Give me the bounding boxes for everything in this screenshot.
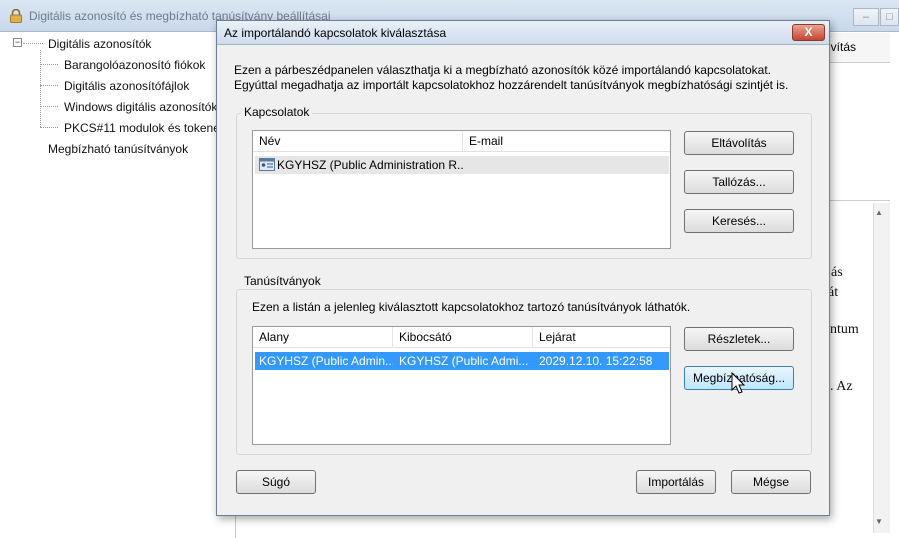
scroll-down-icon[interactable]: ▼: [875, 517, 883, 526]
contacts-list[interactable]: Név E-mail KGYHSZ (Public Administration…: [252, 130, 671, 249]
contact-email: [467, 156, 667, 174]
tree-item-pkcs11-modules[interactable]: PKCS#11 modulok és tokenek: [64, 121, 226, 135]
scroll-up-icon[interactable]: ▲: [875, 208, 883, 217]
import-contacts-dialog: Az importálandó kapcsolatok kiválasztása…: [216, 20, 830, 516]
cancel-button[interactable]: Mégse: [731, 470, 811, 494]
tree-item-digital-ids[interactable]: Digitális azonosítók: [48, 37, 151, 51]
remove-button[interactable]: Eltávolítás: [684, 131, 794, 155]
column-header-email[interactable]: E-mail: [463, 131, 670, 152]
contacts-group-label: Kapcsolatok: [241, 105, 313, 119]
contact-card-icon: [259, 158, 275, 171]
column-header-subject[interactable]: Alany: [253, 327, 393, 348]
background-toolbar-label[interactable]: lvítás: [828, 40, 856, 54]
maximize-button[interactable]: □: [880, 8, 899, 26]
background-text-fragment: ás: [831, 265, 843, 280]
contacts-list-header: Név E-mail: [253, 131, 670, 152]
column-header-expires[interactable]: Lejárat: [533, 327, 670, 348]
background-text-fragment: . Az: [830, 379, 853, 394]
certificate-subject: KGYHSZ (Public Admin...: [259, 354, 393, 368]
tree-item-roaming-id-accounts[interactable]: Barangolóazonosító fiókok: [64, 58, 205, 72]
tree-item-trusted-certificates[interactable]: Megbízható tanúsítványok: [48, 142, 188, 156]
certificates-description: Ezen a listán a jelenleg kiválasztott ka…: [252, 300, 691, 314]
settings-tree: − Digitális azonosítók Barangolóazonosít…: [0, 33, 236, 538]
column-header-name[interactable]: Név: [253, 131, 463, 152]
column-header-issuer[interactable]: Kibocsátó: [393, 327, 533, 348]
certificates-group-label: Tanúsítványok: [241, 274, 324, 288]
certificate-expires: 2029.12.10. 15:22:58: [539, 354, 653, 368]
dialog-description: Ezen a párbeszédpanelen választhatja ki …: [234, 63, 789, 92]
certificates-list-header: Alany Kibocsátó Lejárat: [253, 327, 670, 348]
tree-item-windows-digital-ids[interactable]: Windows digitális azonosítók: [64, 100, 217, 114]
contact-name: KGYHSZ (Public Administration R...: [277, 158, 463, 172]
minimize-button[interactable]: –: [853, 8, 879, 26]
background-text-fragment: ntum: [830, 322, 859, 337]
lock-icon: [10, 9, 22, 23]
dialog-title: Az importálandó kapcsolatok kiválasztása: [224, 26, 447, 40]
certificates-list[interactable]: Alany Kibocsátó Lejárat KGYHSZ (Public A…: [252, 326, 671, 445]
browse-button[interactable]: Tallózás...: [684, 170, 794, 194]
contact-row[interactable]: KGYHSZ (Public Administration R...: [255, 156, 669, 174]
details-button[interactable]: Részletek...: [684, 327, 794, 351]
certificate-issuer: KGYHSZ (Public Admi...: [399, 354, 529, 368]
close-button[interactable]: X: [792, 24, 825, 41]
search-button[interactable]: Keresés...: [684, 209, 794, 233]
help-button[interactable]: Súgó: [236, 470, 316, 494]
import-button[interactable]: Importálás: [636, 470, 716, 494]
certificate-row-selected[interactable]: KGYHSZ (Public Admin... KGYHSZ (Public A…: [255, 352, 669, 370]
background-scrollbar[interactable]: [873, 203, 890, 533]
mouse-pointer-icon: [731, 372, 746, 394]
tree-item-digital-id-files[interactable]: Digitális azonosítófájlok: [64, 79, 189, 93]
tree-collapse-icon[interactable]: −: [13, 38, 22, 47]
dialog-titlebar: Az importálandó kapcsolatok kiválasztása…: [217, 21, 829, 45]
